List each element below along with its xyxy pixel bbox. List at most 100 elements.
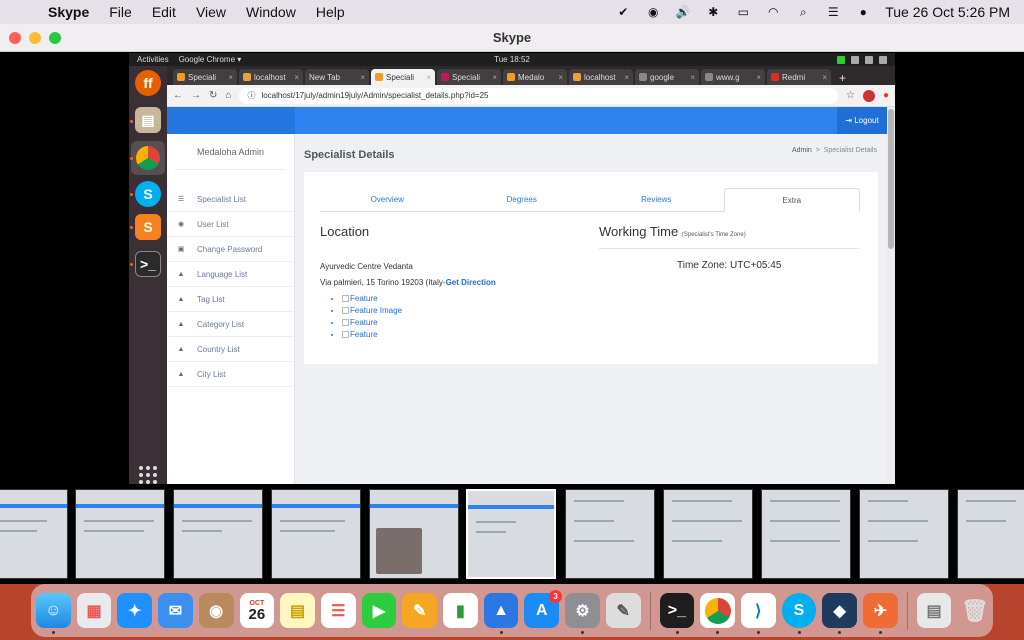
sidebar-item-country-list[interactable]: ▲ Country List: [167, 337, 294, 362]
breadcrumb-home[interactable]: Admin: [792, 147, 812, 154]
menu-help[interactable]: Help: [306, 4, 355, 20]
browser-tab[interactable]: localhost ×: [569, 69, 633, 85]
info-icon[interactable]: ⓘ: [247, 90, 255, 101]
numbers-icon[interactable]: ▮: [443, 593, 478, 628]
postman-icon[interactable]: ✈: [863, 593, 898, 634]
sidebar-item-city-list[interactable]: ▲ City List: [167, 362, 294, 387]
network-icon[interactable]: [851, 55, 859, 64]
skype-icon[interactable]: S: [135, 181, 161, 207]
feature-image-link[interactable]: Feature: [342, 318, 402, 330]
bookmark-star-icon[interactable]: ☆: [846, 90, 855, 101]
get-direction-link[interactable]: Get Direction: [446, 278, 496, 287]
bluetooth-icon[interactable]: ✱: [705, 5, 721, 19]
mysql-workbench-icon[interactable]: ◆: [822, 593, 858, 634]
wifi-icon[interactable]: ◠: [765, 5, 781, 19]
sidebar-item-category-list[interactable]: ▲ Category List: [167, 312, 294, 337]
screen-thumbnail-selected[interactable]: [466, 489, 556, 579]
contacts-icon[interactable]: ◉: [198, 593, 234, 628]
tray-app-icon[interactable]: [837, 55, 845, 64]
chrome-icon[interactable]: [131, 141, 165, 175]
pages-icon[interactable]: ✎: [402, 593, 438, 628]
mail-icon[interactable]: ✉: [158, 593, 193, 628]
url-field[interactable]: ⓘ localhost/17july/admin19july/Admin/spe…: [239, 87, 838, 104]
browser-tab[interactable]: www.g ×: [701, 69, 765, 85]
new-tab-button[interactable]: +: [833, 71, 852, 85]
browser-tab[interactable]: Redmi ×: [767, 69, 831, 85]
record-icon[interactable]: ◉: [645, 5, 661, 19]
calendar-icon[interactable]: OCT 26: [239, 593, 275, 628]
close-tab-icon[interactable]: ×: [228, 73, 233, 82]
screen-thumbnail[interactable]: [761, 489, 851, 579]
sidebar-item-language-list[interactable]: ▲ Language List: [167, 262, 294, 287]
minimize-window-button[interactable]: [29, 32, 41, 44]
profile-avatar[interactable]: [862, 89, 875, 102]
menu-file[interactable]: File: [99, 4, 142, 20]
zoom-window-button[interactable]: [49, 32, 61, 44]
vscode-icon[interactable]: ⟩: [740, 593, 776, 634]
screen-thumbnail[interactable]: [565, 489, 655, 579]
browser-tab[interactable]: Speciali ×: [173, 69, 237, 85]
textedit-icon[interactable]: ✎: [605, 593, 641, 628]
close-tab-icon[interactable]: ×: [558, 73, 563, 82]
battery-icon[interactable]: ▭: [735, 5, 751, 19]
screen-thumbnail[interactable]: [173, 489, 263, 579]
close-tab-icon[interactable]: ×: [360, 73, 365, 82]
downloads-stack-icon[interactable]: ▤: [916, 593, 952, 628]
browser-tab[interactable]: google ×: [635, 69, 699, 85]
back-icon[interactable]: ←: [173, 90, 183, 101]
close-tab-icon[interactable]: ×: [492, 73, 497, 82]
files-icon[interactable]: ▤: [135, 107, 161, 133]
screen-thumbnail[interactable]: [663, 489, 753, 579]
search-icon[interactable]: ⌕: [795, 5, 811, 19]
close-tab-icon[interactable]: ×: [426, 73, 431, 82]
browser-tab-active[interactable]: Speciali ×: [371, 69, 435, 85]
screen-thumbnail[interactable]: [75, 489, 165, 579]
close-tab-icon[interactable]: ×: [822, 73, 827, 82]
extension-icon[interactable]: ●: [883, 90, 889, 101]
app-menu[interactable]: Skype: [40, 4, 99, 20]
close-tab-icon[interactable]: ×: [756, 73, 761, 82]
menu-window[interactable]: Window: [236, 4, 306, 20]
sidebar-item-user-list[interactable]: ◉ User List: [167, 212, 294, 237]
scrollbar-thumb[interactable]: [888, 109, 894, 249]
terminal-icon[interactable]: >_: [659, 593, 695, 634]
menu-view[interactable]: View: [186, 4, 236, 20]
browser-tab[interactable]: Speciali ×: [437, 69, 501, 85]
facetime-icon[interactable]: ▶: [361, 593, 397, 628]
forward-icon[interactable]: →: [191, 90, 201, 101]
feature-image-link[interactable]: Feature Image: [342, 306, 402, 318]
control-center-icon[interactable]: ☰: [825, 5, 841, 19]
siri-icon[interactable]: ●: [855, 5, 871, 19]
screen-thumbnail[interactable]: [369, 489, 459, 579]
show-apps-icon[interactable]: [139, 466, 157, 484]
close-tab-icon[interactable]: ×: [294, 73, 299, 82]
close-tab-icon[interactable]: ×: [690, 73, 695, 82]
browser-tab[interactable]: localhost ×: [239, 69, 303, 85]
launchpad-icon[interactable]: ▦: [76, 593, 112, 628]
screen-thumbnail[interactable]: [271, 489, 361, 579]
safari-icon[interactable]: ✦: [117, 593, 153, 628]
notes-icon[interactable]: ▤: [280, 593, 315, 628]
trash-icon[interactable]: 🗑: [957, 593, 992, 628]
home-icon[interactable]: ⌂: [225, 90, 231, 101]
app-store-icon[interactable]: A3: [524, 590, 563, 628]
tab-extra[interactable]: Extra: [723, 188, 860, 212]
close-tab-icon[interactable]: ×: [624, 73, 629, 82]
finder-icon[interactable]: ☺: [36, 593, 71, 634]
skype-icon[interactable]: S: [781, 593, 817, 634]
tab-degrees[interactable]: Degrees: [455, 188, 590, 211]
sound-icon[interactable]: [865, 55, 873, 64]
page-scrollbar[interactable]: [887, 107, 895, 484]
screen-thumbnail[interactable]: [859, 489, 949, 579]
menu-edit[interactable]: Edit: [142, 4, 186, 20]
browser-tab[interactable]: Medalo ×: [503, 69, 567, 85]
tab-overview[interactable]: Overview: [320, 188, 455, 211]
screen-thumbnail[interactable]: [957, 489, 1024, 579]
feature-image-link[interactable]: Feature: [342, 330, 402, 342]
close-window-button[interactable]: [9, 32, 21, 44]
chrome-icon[interactable]: [700, 593, 735, 634]
firefox-icon[interactable]: ff: [135, 70, 161, 96]
terminal-icon[interactable]: >_: [135, 251, 161, 277]
volume-icon[interactable]: 🔊: [675, 5, 691, 19]
sublime-icon[interactable]: S: [135, 214, 161, 240]
